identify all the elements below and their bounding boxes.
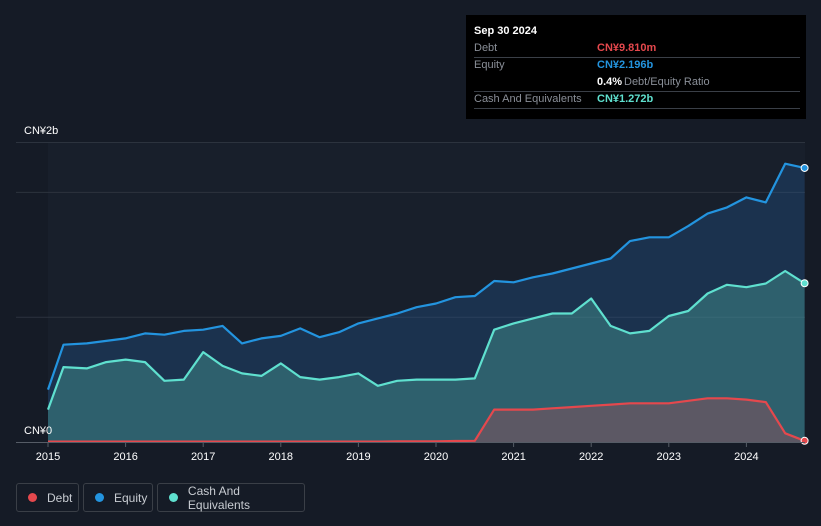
tooltip-ratio-label: Debt/Equity Ratio xyxy=(624,76,710,88)
tooltip-equity-label: Equity xyxy=(474,59,505,71)
debt-equity-chart: CN¥2b CN¥0 2015 2016 2017 2018 2019 2020 2021 2… xyxy=(0,0,821,526)
end-point-debt xyxy=(800,436,809,445)
cash-dot-icon xyxy=(169,493,178,502)
legend-equity[interactable]: Equity xyxy=(83,483,153,512)
x-tick-label: 2024 xyxy=(734,451,759,463)
tooltip-equity-value: CN¥2.196b xyxy=(597,59,654,71)
equity-dot-icon xyxy=(95,493,104,502)
y-label-top: CN¥2b xyxy=(24,125,59,137)
x-tick-label: 2022 xyxy=(578,451,604,463)
end-point-cash-and-equivalents xyxy=(800,279,809,288)
tooltip-cash-label: Cash And Equivalents xyxy=(474,93,582,105)
tooltip: Sep 30 2024 Debt CN¥9.810m Equity CN¥2.196… xyxy=(466,15,806,119)
tooltip-debt-label: Debt xyxy=(474,42,498,54)
x-tick-label: 2015 xyxy=(35,451,61,463)
x-tick-label: 2020 xyxy=(423,451,449,463)
end-point-equity xyxy=(800,163,809,172)
tooltip-debt-value: CN¥9.810m xyxy=(597,42,657,54)
tooltip-ratio-value: 0.4% xyxy=(597,76,623,88)
y-label-bottom: CN¥0 xyxy=(24,425,53,437)
legend-equity-label: Equity xyxy=(114,490,148,505)
x-tick-label: 2023 xyxy=(656,451,682,463)
x-tick-label: 2019 xyxy=(346,451,371,463)
tooltip-date: Sep 30 2024 xyxy=(474,25,537,37)
x-tick-label: 2018 xyxy=(268,451,294,463)
x-tick-label: 2021 xyxy=(501,451,526,463)
legend-debt-label: Debt xyxy=(47,490,73,505)
tooltip-cash-value: CN¥1.272b xyxy=(597,93,654,105)
legend-debt[interactable]: Debt xyxy=(16,483,79,512)
debt-dot-icon xyxy=(28,493,37,502)
x-tick-label: 2016 xyxy=(113,451,138,463)
legend-cash-label: Cash And Equivalents xyxy=(187,483,250,512)
x-tick-label: 2017 xyxy=(190,451,216,463)
legend-cash[interactable]: Cash And Equivalents xyxy=(157,483,305,512)
